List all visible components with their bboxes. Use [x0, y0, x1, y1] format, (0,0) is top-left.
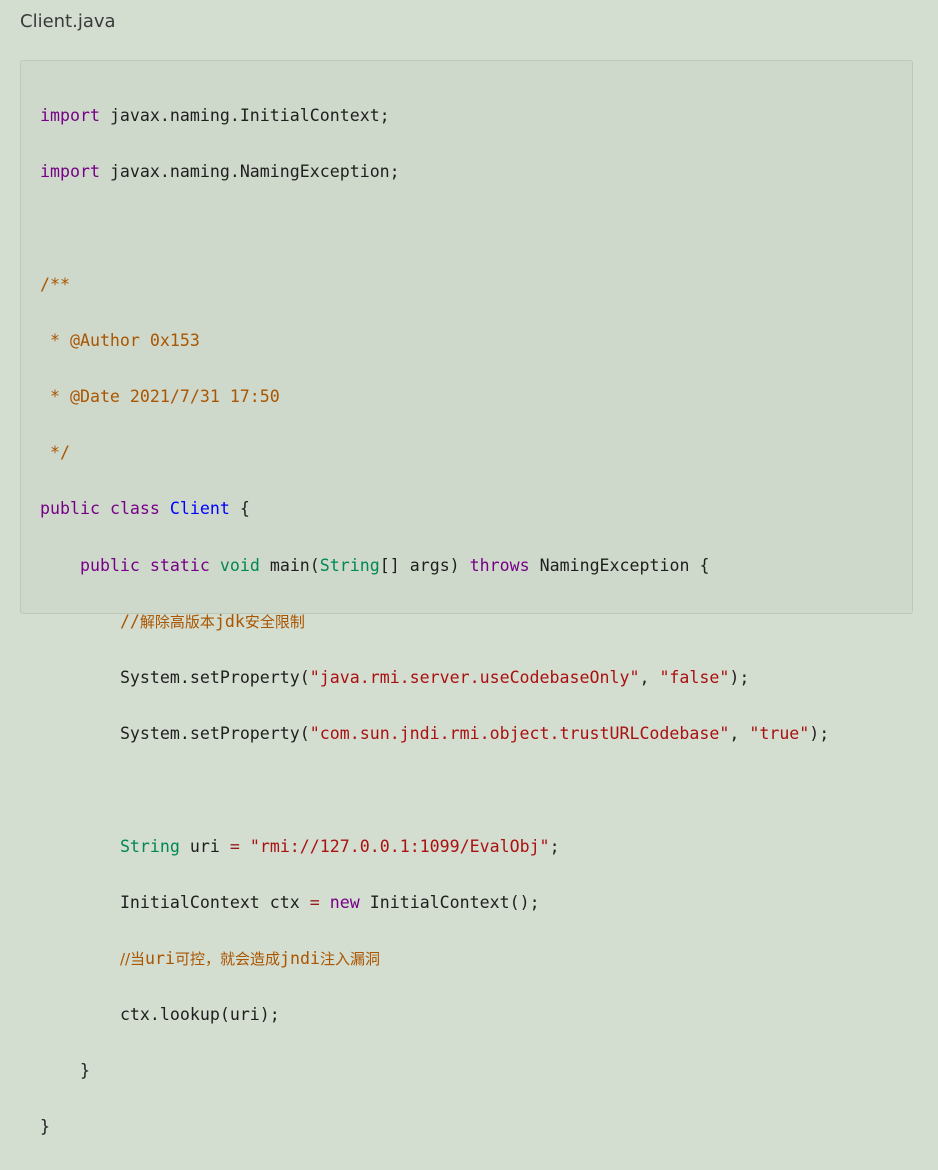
code-line-8: public class Client { — [40, 495, 829, 523]
comment-text: 解除高版本 — [139, 612, 215, 631]
code-line-6: * @Date 2021/7/31 17:50 — [40, 387, 280, 407]
closing-brace: } — [40, 1117, 50, 1137]
keyword-new: new — [329, 892, 360, 912]
code-line-19: } — [40, 1113, 829, 1141]
separator: , — [639, 667, 660, 687]
comment-prefix: // — [119, 611, 140, 631]
method-args: [] args) — [379, 555, 470, 575]
string-literal: "com.sun.jndi.rmi.object.trustURLCodebas… — [309, 724, 730, 744]
keyword-class: class — [109, 499, 160, 519]
code-line-12: System.setProperty("com.sun.jndi.rmi.obj… — [40, 720, 829, 748]
keyword-public: public — [40, 499, 100, 519]
method-call: System.setProperty( — [119, 724, 310, 744]
declaration: InitialContext ctx — [119, 892, 310, 912]
brace: { — [229, 499, 250, 519]
operator-assign: = — [309, 892, 320, 912]
call-end: ); — [809, 724, 830, 744]
keyword-import: import — [40, 162, 100, 182]
code-line-4: /** — [40, 274, 70, 294]
separator: , — [729, 724, 750, 744]
call-end: ); — [729, 667, 750, 687]
comment-text: 可控，就会造成 — [175, 949, 281, 968]
type-string: String — [119, 836, 180, 856]
variable-name: uri — [179, 836, 230, 856]
constructor-call: InitialContext(); — [359, 892, 540, 912]
class-name: Client — [169, 499, 230, 519]
comment-text: 注入漏洞 — [320, 949, 381, 968]
comment-prefix: //当 — [119, 949, 146, 968]
keyword-import: import — [40, 106, 100, 126]
lookup-call: ctx.lookup(uri); — [119, 1005, 280, 1025]
keyword-void: void — [219, 555, 260, 575]
file-title: Client.java — [20, 11, 116, 32]
import-path: javax.naming.NamingException; — [99, 162, 400, 182]
code-line-2: import javax.naming.NamingException; — [40, 158, 829, 186]
comment-text: 安全限制 — [244, 612, 305, 631]
code-line-11: System.setProperty("java.rmi.server.useC… — [40, 664, 829, 692]
string-literal: "false" — [659, 667, 730, 687]
import-path: javax.naming.InitialContext; — [99, 106, 390, 126]
code-line-9: public static void main(String[] args) t… — [40, 552, 829, 580]
keyword-static: static — [149, 555, 210, 575]
code-line-7: */ — [40, 443, 70, 463]
code-line-17: ctx.lookup(uri); — [40, 1001, 829, 1029]
string-literal: "java.rmi.server.useCodebaseOnly" — [309, 667, 640, 687]
type-string: String — [319, 555, 380, 575]
method-call: System.setProperty( — [119, 667, 310, 687]
code-line-18: } — [40, 1057, 829, 1085]
keyword-public: public — [79, 555, 140, 575]
operator-assign: = — [229, 836, 240, 856]
comment-latin: jdk — [214, 611, 245, 631]
code-line-1: import javax.naming.InitialContext; — [40, 102, 829, 130]
method-name: main( — [259, 555, 320, 575]
exception-type: NamingException { — [529, 555, 710, 575]
comment-latin: uri — [145, 948, 176, 968]
closing-brace: } — [79, 1061, 90, 1081]
code-content: import javax.naming.InitialContext; impo… — [40, 74, 829, 1170]
code-line-16: //当uri可控，就会造成jndi注入漏洞 — [40, 945, 829, 973]
code-line-15: InitialContext ctx = new InitialContext(… — [40, 889, 829, 917]
statement-end: ; — [549, 836, 560, 856]
code-line-5: * @Author 0x153 — [40, 330, 200, 350]
string-literal: "rmi://127.0.0.1:1099/EvalObj" — [249, 836, 550, 856]
comment-latin: jndi — [280, 948, 321, 968]
code-block[interactable]: import javax.naming.InitialContext; impo… — [20, 60, 913, 1136]
code-line-14: String uri = "rmi://127.0.0.1:1099/EvalO… — [40, 833, 829, 861]
keyword-throws: throws — [469, 555, 530, 575]
string-literal: "true" — [749, 724, 810, 744]
